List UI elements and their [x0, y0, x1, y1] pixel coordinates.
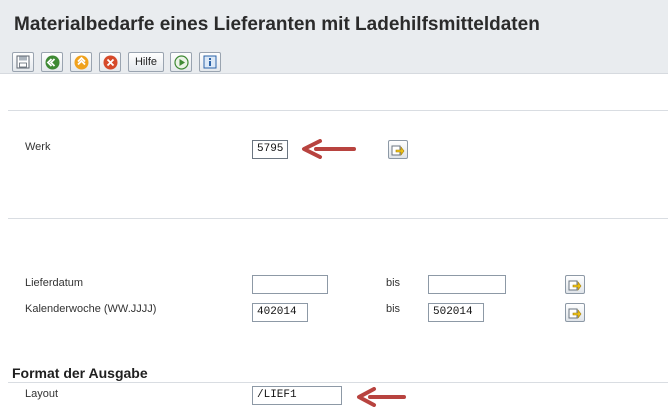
page-title: Materialbedarfe eines Lieferanten mit La…	[14, 14, 540, 35]
kalenderwoche-bis-label: bis	[386, 303, 401, 315]
save-button[interactable]	[12, 52, 34, 72]
kalenderwoche-multiple-selection-button[interactable]	[565, 303, 585, 322]
lieferdatum-to-field[interactable]	[428, 275, 506, 294]
save-icon	[16, 55, 30, 69]
multiple-selection-icon	[568, 280, 582, 291]
info-icon	[203, 55, 217, 69]
section-separator	[8, 382, 668, 383]
annotation-arrow-icon	[302, 139, 356, 159]
title-bar: Materialbedarfe eines Lieferanten mit La…	[0, 0, 668, 44]
lieferdatum-from-field[interactable]	[252, 275, 328, 294]
lieferdatum-bis-label: bis	[386, 277, 401, 289]
lieferdatum-multiple-selection-button[interactable]	[565, 275, 585, 294]
info-button[interactable]	[199, 52, 221, 72]
layout-label: Layout	[25, 388, 59, 400]
cancel-icon	[103, 55, 117, 69]
back-button[interactable]	[41, 52, 63, 72]
werk-label: Werk	[25, 141, 51, 153]
section-separator	[8, 218, 668, 219]
annotation-arrow-icon	[357, 387, 406, 407]
cancel-button[interactable]	[99, 52, 121, 72]
back-icon	[45, 55, 59, 69]
exit-icon	[74, 55, 88, 69]
execute-button[interactable]	[170, 52, 192, 72]
werk-field[interactable]: 5795	[252, 140, 288, 159]
kalenderwoche-to-field[interactable]: 502014	[428, 303, 484, 322]
execute-icon	[173, 54, 189, 70]
kalenderwoche-from-field[interactable]: 402014	[252, 303, 308, 322]
multiple-selection-icon	[391, 145, 405, 156]
werk-multiple-selection-button[interactable]	[388, 140, 408, 159]
multiple-selection-icon	[568, 308, 582, 319]
kalenderwoche-label: Kalenderwoche (WW.JJJJ)	[25, 303, 157, 315]
lieferdatum-label: Lieferdatum	[25, 277, 84, 289]
layout-field[interactable]: /LIEF1	[252, 386, 342, 405]
help-button-label: Hilfe	[134, 56, 157, 68]
exit-button[interactable]	[70, 52, 92, 72]
section-separator	[8, 110, 668, 111]
output-format-heading: Format der Ausgabe	[12, 365, 148, 381]
help-button[interactable]: Hilfe	[128, 52, 164, 72]
application-toolbar: Hilfe	[0, 44, 668, 74]
